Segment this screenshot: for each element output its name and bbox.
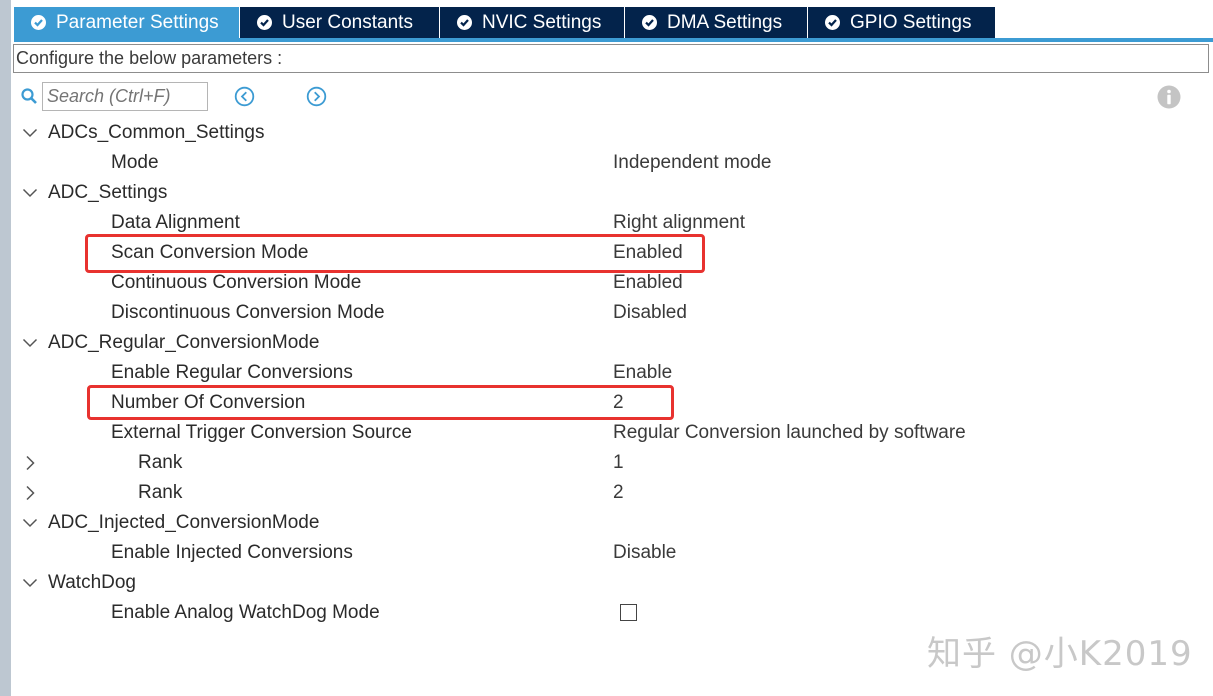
tab-label: DMA Settings: [667, 11, 783, 33]
check-circle-icon: [457, 15, 472, 30]
tab-nvic-settings[interactable]: NVIC Settings: [440, 7, 625, 38]
param-enable-injected-conversions[interactable]: Enable Injected Conversions Disable: [0, 538, 1200, 568]
param-name: Rank: [138, 482, 183, 503]
param-value[interactable]: 2: [613, 388, 624, 418]
check-circle-icon: [257, 15, 272, 30]
search-input[interactable]: [42, 82, 208, 111]
param-discontinuous-conversion-mode[interactable]: Discontinuous Conversion Mode Disabled: [0, 298, 1200, 328]
param-value[interactable]: Enabled: [613, 238, 683, 268]
param-name: Rank: [138, 452, 183, 473]
param-value[interactable]: 2: [613, 478, 624, 508]
param-value[interactable]: Enabled: [613, 268, 683, 298]
param-value[interactable]: Enable: [613, 358, 672, 388]
tab-label: User Constants: [282, 11, 413, 33]
param-value[interactable]: Right alignment: [613, 208, 745, 238]
group-label: ADC_Injected_ConversionMode: [48, 512, 320, 533]
group-label: ADC_Settings: [48, 182, 168, 203]
param-mode[interactable]: Mode Independent mode: [0, 148, 1200, 178]
param-value[interactable]: Regular Conversion launched by software: [613, 418, 966, 448]
group-adc-settings[interactable]: ADC_Settings: [0, 178, 1200, 208]
param-enable-analog-watchdog-mode[interactable]: Enable Analog WatchDog Mode: [0, 598, 1200, 628]
param-name: Data Alignment: [111, 212, 240, 233]
group-watchdog[interactable]: WatchDog: [0, 568, 1200, 598]
param-value[interactable]: 1: [613, 448, 624, 478]
param-rank-2[interactable]: Rank 2: [0, 478, 1200, 508]
tab-user-constants[interactable]: User Constants: [240, 7, 440, 38]
param-continuous-conversion-mode[interactable]: Continuous Conversion Mode Enabled: [0, 268, 1200, 298]
tab-parameter-settings[interactable]: Parameter Settings: [14, 7, 240, 38]
configure-description: Configure the below parameters :: [13, 44, 1209, 73]
param-value[interactable]: Disabled: [613, 298, 687, 328]
chevron-right-icon[interactable]: [22, 478, 38, 508]
param-name: Scan Conversion Mode: [111, 242, 309, 263]
search-icon: [21, 88, 38, 110]
param-name: Enable Analog WatchDog Mode: [111, 602, 380, 623]
tab-underline: [14, 38, 1213, 42]
chevron-down-icon[interactable]: [22, 568, 38, 598]
check-circle-icon: [642, 15, 657, 30]
tab-gpio-settings[interactable]: GPIO Settings: [808, 7, 996, 38]
param-rank-1[interactable]: Rank 1: [0, 448, 1200, 478]
param-name: Discontinuous Conversion Mode: [111, 302, 385, 323]
tab-label: Parameter Settings: [56, 11, 219, 33]
chevron-down-icon[interactable]: [22, 328, 38, 358]
group-label: WatchDog: [48, 572, 136, 593]
chevron-down-icon[interactable]: [22, 508, 38, 538]
param-number-of-conversion[interactable]: Number Of Conversion 2: [0, 388, 1200, 418]
check-circle-icon: [825, 15, 840, 30]
param-value[interactable]: Independent mode: [613, 148, 771, 178]
tab-bar: Parameter Settings User Constants NVIC S…: [14, 7, 996, 38]
group-label: ADCs_Common_Settings: [48, 122, 265, 143]
info-icon[interactable]: [1157, 85, 1181, 109]
param-name: Number Of Conversion: [111, 392, 306, 413]
tab-label: NVIC Settings: [482, 11, 602, 33]
tab-label: GPIO Settings: [850, 11, 972, 33]
param-enable-regular-conversions[interactable]: Enable Regular Conversions Enable: [0, 358, 1200, 388]
watermark-text: 知乎 @小K2019: [927, 634, 1193, 674]
group-adcs-common-settings[interactable]: ADCs_Common_Settings: [0, 118, 1200, 148]
group-label: ADC_Regular_ConversionMode: [48, 332, 320, 353]
analog-watchdog-checkbox[interactable]: [620, 604, 637, 621]
param-external-trigger-conversion-source[interactable]: External Trigger Conversion Source Regul…: [0, 418, 1200, 448]
chevron-down-icon[interactable]: [22, 178, 38, 208]
param-name: Mode: [111, 152, 159, 173]
chevron-right-icon[interactable]: [22, 448, 38, 478]
param-scan-conversion-mode[interactable]: Scan Conversion Mode Enabled: [0, 238, 1200, 268]
group-adc-regular-conversionmode[interactable]: ADC_Regular_ConversionMode: [0, 328, 1200, 358]
check-circle-icon: [31, 15, 46, 30]
param-name: Enable Injected Conversions: [111, 542, 353, 563]
param-name: Continuous Conversion Mode: [111, 272, 362, 293]
param-name: External Trigger Conversion Source: [111, 422, 412, 443]
param-name: Enable Regular Conversions: [111, 362, 353, 383]
param-data-alignment[interactable]: Data Alignment Right alignment: [0, 208, 1200, 238]
param-value[interactable]: Disable: [613, 538, 676, 568]
group-adc-injected-conversionmode[interactable]: ADC_Injected_ConversionMode: [0, 508, 1200, 538]
arrow-left-circle-icon[interactable]: [234, 86, 255, 107]
chevron-down-icon[interactable]: [22, 118, 38, 148]
tab-dma-settings[interactable]: DMA Settings: [625, 7, 808, 38]
arrow-right-circle-icon[interactable]: [306, 86, 327, 107]
